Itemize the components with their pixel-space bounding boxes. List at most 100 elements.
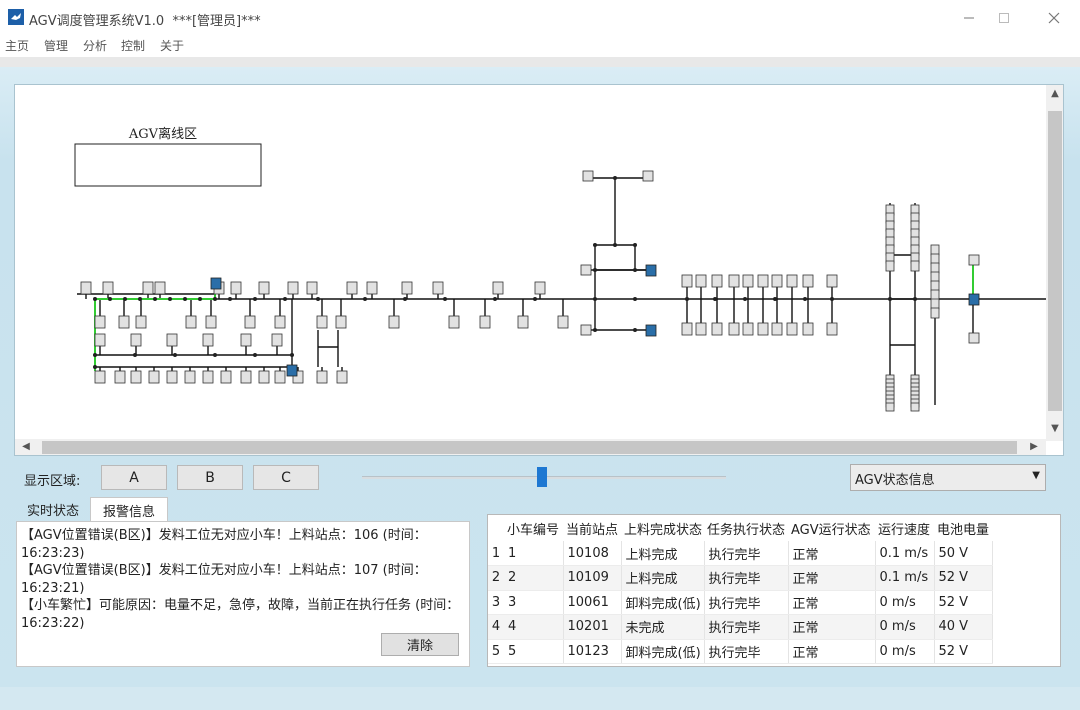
column-header[interactable]: 当前站点 xyxy=(563,515,621,541)
station-marker xyxy=(930,298,940,310)
status-info-dropdown[interactable]: AGV状态信息 ▼ xyxy=(850,464,1046,491)
table-cell: 正常 xyxy=(788,565,876,591)
track-node xyxy=(830,297,834,301)
column-header[interactable]: 上料完成状态 xyxy=(621,515,704,541)
track-node xyxy=(93,297,97,301)
station-marker xyxy=(885,402,895,412)
station-marker xyxy=(582,170,594,182)
track-node xyxy=(493,297,497,301)
station-markers[interactable] xyxy=(80,170,980,412)
track-node xyxy=(316,297,320,301)
row-number: 2 xyxy=(488,565,504,591)
station-marker xyxy=(306,281,318,295)
scroll-left-icon[interactable]: ◀ xyxy=(19,441,33,452)
column-header[interactable]: 小车编号 xyxy=(504,515,563,541)
track-node xyxy=(253,297,257,301)
vertical-scroll-thumb[interactable] xyxy=(1048,111,1062,411)
track-node xyxy=(593,328,597,332)
track-node xyxy=(153,297,157,301)
table-cell: 52 V xyxy=(934,639,993,664)
clear-button[interactable]: 清除 xyxy=(381,633,459,656)
station-marker xyxy=(130,333,142,347)
station-marker xyxy=(366,281,378,295)
table-cell: 1 xyxy=(504,541,564,566)
menu-manage[interactable]: 管理 xyxy=(44,37,68,54)
station-marker xyxy=(148,370,160,384)
station-marker xyxy=(910,260,920,272)
column-header[interactable]: 任务执行状态 xyxy=(704,515,788,541)
area-c-button[interactable]: C xyxy=(253,465,319,490)
station-marker xyxy=(968,254,980,266)
track-node xyxy=(363,297,367,301)
track-node xyxy=(213,297,217,301)
menu-control[interactable]: 控制 xyxy=(121,37,145,54)
station-marker xyxy=(930,289,940,301)
station-marker xyxy=(930,307,940,319)
alarm-list: 【AGV位置错误(B区)】发料工位无对应小车！上料站点：106 (时间：16:2… xyxy=(21,527,467,632)
menu-home[interactable]: 主页 xyxy=(5,37,29,54)
track-node xyxy=(803,297,807,301)
table-cell: 3 xyxy=(504,590,564,615)
table-row[interactable]: 1 1 10108 上料完成 执行完毕 正常 0.1 m/s 50 V xyxy=(488,541,993,566)
table-cell: 4 xyxy=(504,614,564,640)
table-cell: 正常 xyxy=(788,541,876,566)
table-cell: 执行完毕 xyxy=(704,541,789,566)
station-marker xyxy=(910,402,920,412)
close-button[interactable] xyxy=(1037,6,1071,30)
station-marker xyxy=(681,274,693,288)
column-header[interactable]: 电池电量 xyxy=(934,515,992,541)
station-marker xyxy=(930,244,940,256)
bird-logo-icon xyxy=(8,9,24,25)
menu-about[interactable]: 关于 xyxy=(160,37,184,54)
table-cell: 0 m/s xyxy=(875,614,935,640)
horizontal-scroll-thumb[interactable] xyxy=(42,441,1017,454)
column-header[interactable]: 运行速度 xyxy=(875,515,934,541)
table-row[interactable]: 4 4 10201 未完成 执行完毕 正常 0 m/s 40 V xyxy=(488,614,993,640)
tab-alarm-info[interactable]: 报警信息 xyxy=(90,497,168,523)
menu-analyze[interactable]: 分析 xyxy=(83,37,107,54)
station-marker xyxy=(185,315,197,329)
title-bar: AGV调度管理系统V1.0 ***[管理员]*** xyxy=(0,0,1080,36)
agv-track-map[interactable]: AGV离线区 xyxy=(15,85,1046,439)
station-marker xyxy=(154,281,166,295)
column-header[interactable]: AGV运行状态 xyxy=(788,515,875,541)
table-cell: 5 xyxy=(504,639,564,664)
table-cell: 10108 xyxy=(563,541,622,566)
tab-realtime-status[interactable]: 实时状态 xyxy=(16,498,90,522)
horizontal-scrollbar[interactable]: ◀ ▶ xyxy=(15,439,1046,455)
status-dropdown-value: AGV状态信息 xyxy=(855,473,935,488)
track-node xyxy=(443,297,447,301)
table-row[interactable]: 3 3 10061 卸料完成(低) 执行完毕 正常 0 m/s 52 V xyxy=(488,590,993,615)
station-marker xyxy=(114,370,126,384)
agv-map-panel[interactable]: AGV离线区 ▲ ▼ ◀ ▶ xyxy=(14,84,1064,456)
maximize-button[interactable] xyxy=(987,6,1021,30)
table-cell: 10201 xyxy=(563,614,622,640)
table-cell: 10109 xyxy=(563,565,622,591)
station-marker xyxy=(202,370,214,384)
scroll-up-icon[interactable]: ▲ xyxy=(1048,88,1062,99)
alarm-item: 【小车繁忙】可能原因：电量不足，急停，故障，当前正在执行任务 (时间：16:23… xyxy=(21,598,460,631)
table-cell: 0 m/s xyxy=(875,639,935,664)
scroll-right-icon[interactable]: ▶ xyxy=(1027,441,1041,452)
table-cell: 50 V xyxy=(934,541,993,566)
zoom-slider-thumb[interactable] xyxy=(537,467,547,487)
station-marker xyxy=(205,315,217,329)
station-marker xyxy=(94,333,106,347)
table-row[interactable]: 5 5 10123 卸料完成(低) 执行完毕 正常 0 m/s 52 V xyxy=(488,639,993,664)
row-number: 4 xyxy=(488,614,504,640)
table-cell: 52 V xyxy=(934,590,993,615)
agv-status-table: 小车编号 当前站点 上料完成状态 任务执行状态 AGV运行状态 运行速度 电池电… xyxy=(488,515,993,664)
maximize-icon xyxy=(999,13,1009,23)
area-b-button[interactable]: B xyxy=(177,465,243,490)
scroll-down-icon[interactable]: ▼ xyxy=(1048,423,1062,434)
minimize-button[interactable] xyxy=(952,6,986,30)
station-marker xyxy=(244,315,256,329)
track-node xyxy=(533,297,537,301)
chevron-down-icon: ▼ xyxy=(1032,470,1040,481)
vertical-scrollbar[interactable]: ▲ ▼ xyxy=(1046,85,1063,441)
area-a-button[interactable]: A xyxy=(101,465,167,490)
table-row[interactable]: 2 2 10109 上料完成 执行完毕 正常 0.1 m/s 52 V xyxy=(488,565,993,591)
station-marker xyxy=(802,322,814,336)
station-marker xyxy=(557,315,569,329)
station-marker xyxy=(335,315,347,329)
